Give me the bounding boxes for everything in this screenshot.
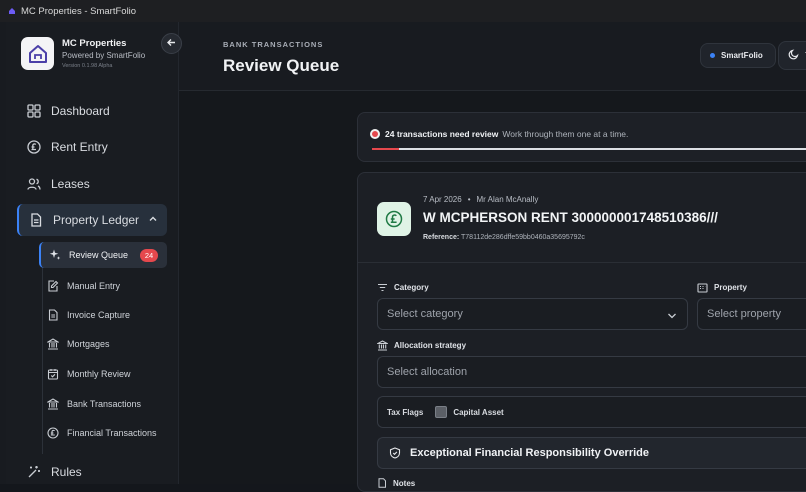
brand-version: Version 0.1.98 Alpha [62, 63, 113, 69]
brand-logo-icon [21, 37, 54, 70]
moon-icon [788, 49, 799, 62]
sparkle-icon [48, 249, 61, 262]
pound-circle-icon [377, 202, 411, 236]
note-icon [377, 478, 387, 488]
property-select-value: Select property [707, 308, 781, 320]
transaction-payee: Mr Alan McAnally [476, 195, 539, 204]
app-shell: MC Properties Powered by SmartFolio Vers… [0, 22, 806, 492]
subnav-bank-transactions[interactable]: Bank Transactions [39, 391, 167, 417]
subnav-invoice-capture[interactable]: Invoice Capture [39, 302, 167, 328]
dashboard-icon [26, 103, 42, 119]
transaction-description: W MCPHERSON RENT 3000000017485103​86/// [423, 210, 718, 225]
override-section-toggle[interactable]: Exceptional Financial Responsibility Ove… [377, 437, 806, 469]
smartfolio-pill[interactable]: SmartFolio [700, 43, 776, 68]
nav-rent-entry-label: Rent Entry [51, 140, 108, 154]
subnav-bank-transactions-label: Bank Transactions [67, 399, 142, 409]
shield-check-icon [389, 447, 401, 459]
subnav-invoice-capture-label: Invoice Capture [67, 310, 131, 320]
category-label: Category [377, 282, 429, 293]
brand: MC Properties Powered by SmartFolio Vers… [21, 37, 145, 70]
calendar-check-icon [46, 368, 59, 381]
nav-dashboard[interactable]: Dashboard [23, 96, 171, 126]
subnav-monthly-review[interactable]: Monthly Review [39, 361, 167, 387]
sidebar: MC Properties Powered by SmartFolio Vers… [6, 22, 179, 484]
review-count-badge: 24 [140, 249, 158, 262]
chevron-up-icon[interactable] [148, 213, 158, 227]
subnav-manual-entry[interactable]: Manual Entry [39, 273, 167, 299]
notes-label: Notes [377, 478, 415, 488]
brand-tagline: Powered by SmartFolio [62, 51, 146, 60]
property-label: Property [697, 282, 747, 293]
document-icon [28, 212, 44, 228]
filter-icon [377, 282, 388, 293]
record-icon [370, 129, 380, 139]
transaction-meta: 7 Apr 2026 • Mr Alan McAnally [423, 195, 539, 204]
arrow-left-icon [166, 35, 177, 53]
bank-icon [46, 338, 59, 351]
category-select[interactable]: Select category [377, 298, 688, 330]
category-select-value: Select category [387, 308, 463, 320]
window-title: MC Properties - SmartFolio [21, 5, 137, 17]
bank-icon [46, 398, 59, 411]
app-icon [8, 7, 16, 15]
reference-label: Reference: [423, 234, 460, 241]
reference-value: T78112de286dffe59bb0460a35695792c [461, 234, 585, 241]
sidebar-collapse-button[interactable] [161, 33, 182, 54]
window-titlebar: MC Properties - SmartFolio [0, 0, 806, 22]
nav-property-ledger[interactable]: Property Ledger [17, 204, 167, 236]
smartfolio-pill-label: SmartFolio [721, 51, 763, 60]
brand-name: MC Properties [62, 38, 127, 49]
transaction-reference: Reference: T78112de286dffe59bb0460a35695… [423, 234, 585, 241]
nav-property-ledger-label: Property Ledger [53, 213, 140, 227]
pound-circle-icon [46, 427, 59, 440]
nav-dashboard-label: Dashboard [51, 104, 110, 118]
users-icon [26, 176, 42, 192]
page-header: BANK TRANSACTIONS Review Queue SmartFoli… [179, 22, 806, 91]
nav-leases-label: Leases [51, 177, 90, 191]
review-count-text: 24 transactions need review [385, 129, 499, 139]
chevron-down-icon [667, 311, 677, 323]
invoice-icon [46, 309, 59, 322]
subnav-financial-transactions[interactable]: Financial Transactions [39, 420, 167, 446]
allocation-label: Allocation strategy [377, 340, 466, 351]
page-eyebrow: BANK TRANSACTIONS [223, 40, 324, 49]
edit-document-icon [46, 280, 59, 293]
review-progress-fill [372, 148, 399, 150]
subnav-monthly-review-label: Monthly Review [67, 369, 131, 379]
pound-circle-icon [26, 139, 42, 155]
property-select[interactable]: Select property [697, 298, 806, 330]
transaction-card-header: 7 Apr 2026 • Mr Alan McAnally W MCPHERSON … [358, 173, 806, 263]
nav-rules[interactable]: Rules [23, 457, 171, 487]
page-title: Review Queue [223, 56, 340, 75]
main-content: BANK TRANSACTIONS Review Queue SmartFoli… [179, 22, 806, 492]
building-icon [697, 282, 708, 293]
subnav-manual-entry-label: Manual Entry [67, 281, 121, 291]
subnav-review-queue[interactable]: Review Queue 24 [39, 242, 167, 268]
review-banner: 24 transactions need review Work through … [357, 112, 806, 162]
allocation-select[interactable]: Select allocation [377, 356, 806, 388]
subnav-financial-transactions-label: Financial Transactions [67, 428, 157, 438]
transaction-card: 7 Apr 2026 • Mr Alan McAnally W MCPHERSON … [357, 172, 806, 492]
override-label: Exceptional Financial Responsibility Ove… [410, 447, 650, 459]
allocation-select-value: Select allocation [387, 366, 468, 378]
capital-asset-label[interactable]: Capital Asset [453, 408, 503, 417]
nav-rent-entry[interactable]: Rent Entry [23, 132, 171, 162]
subnav-mortgages-label: Mortgages [67, 339, 110, 349]
tax-flags-label: Tax Flags [387, 407, 424, 417]
subnav-mortgages[interactable]: Mortgages [39, 331, 167, 357]
theme-toggle-button[interactable]: T [778, 41, 806, 70]
nav-leases[interactable]: Leases [23, 169, 171, 199]
capital-asset-checkbox[interactable] [435, 406, 448, 418]
nav-rules-label: Rules [51, 465, 82, 479]
bank-icon [377, 340, 388, 351]
magic-wand-icon [26, 464, 42, 480]
review-hint-text: Work through them one at a time. [502, 129, 629, 139]
review-progress-bar [372, 148, 806, 150]
subnav-review-queue-label: Review Queue [69, 250, 129, 260]
status-dot [710, 53, 715, 58]
tax-flags-row: Tax Flags Capital Asset [377, 396, 806, 428]
transaction-date: 7 Apr 2026 [423, 195, 462, 204]
